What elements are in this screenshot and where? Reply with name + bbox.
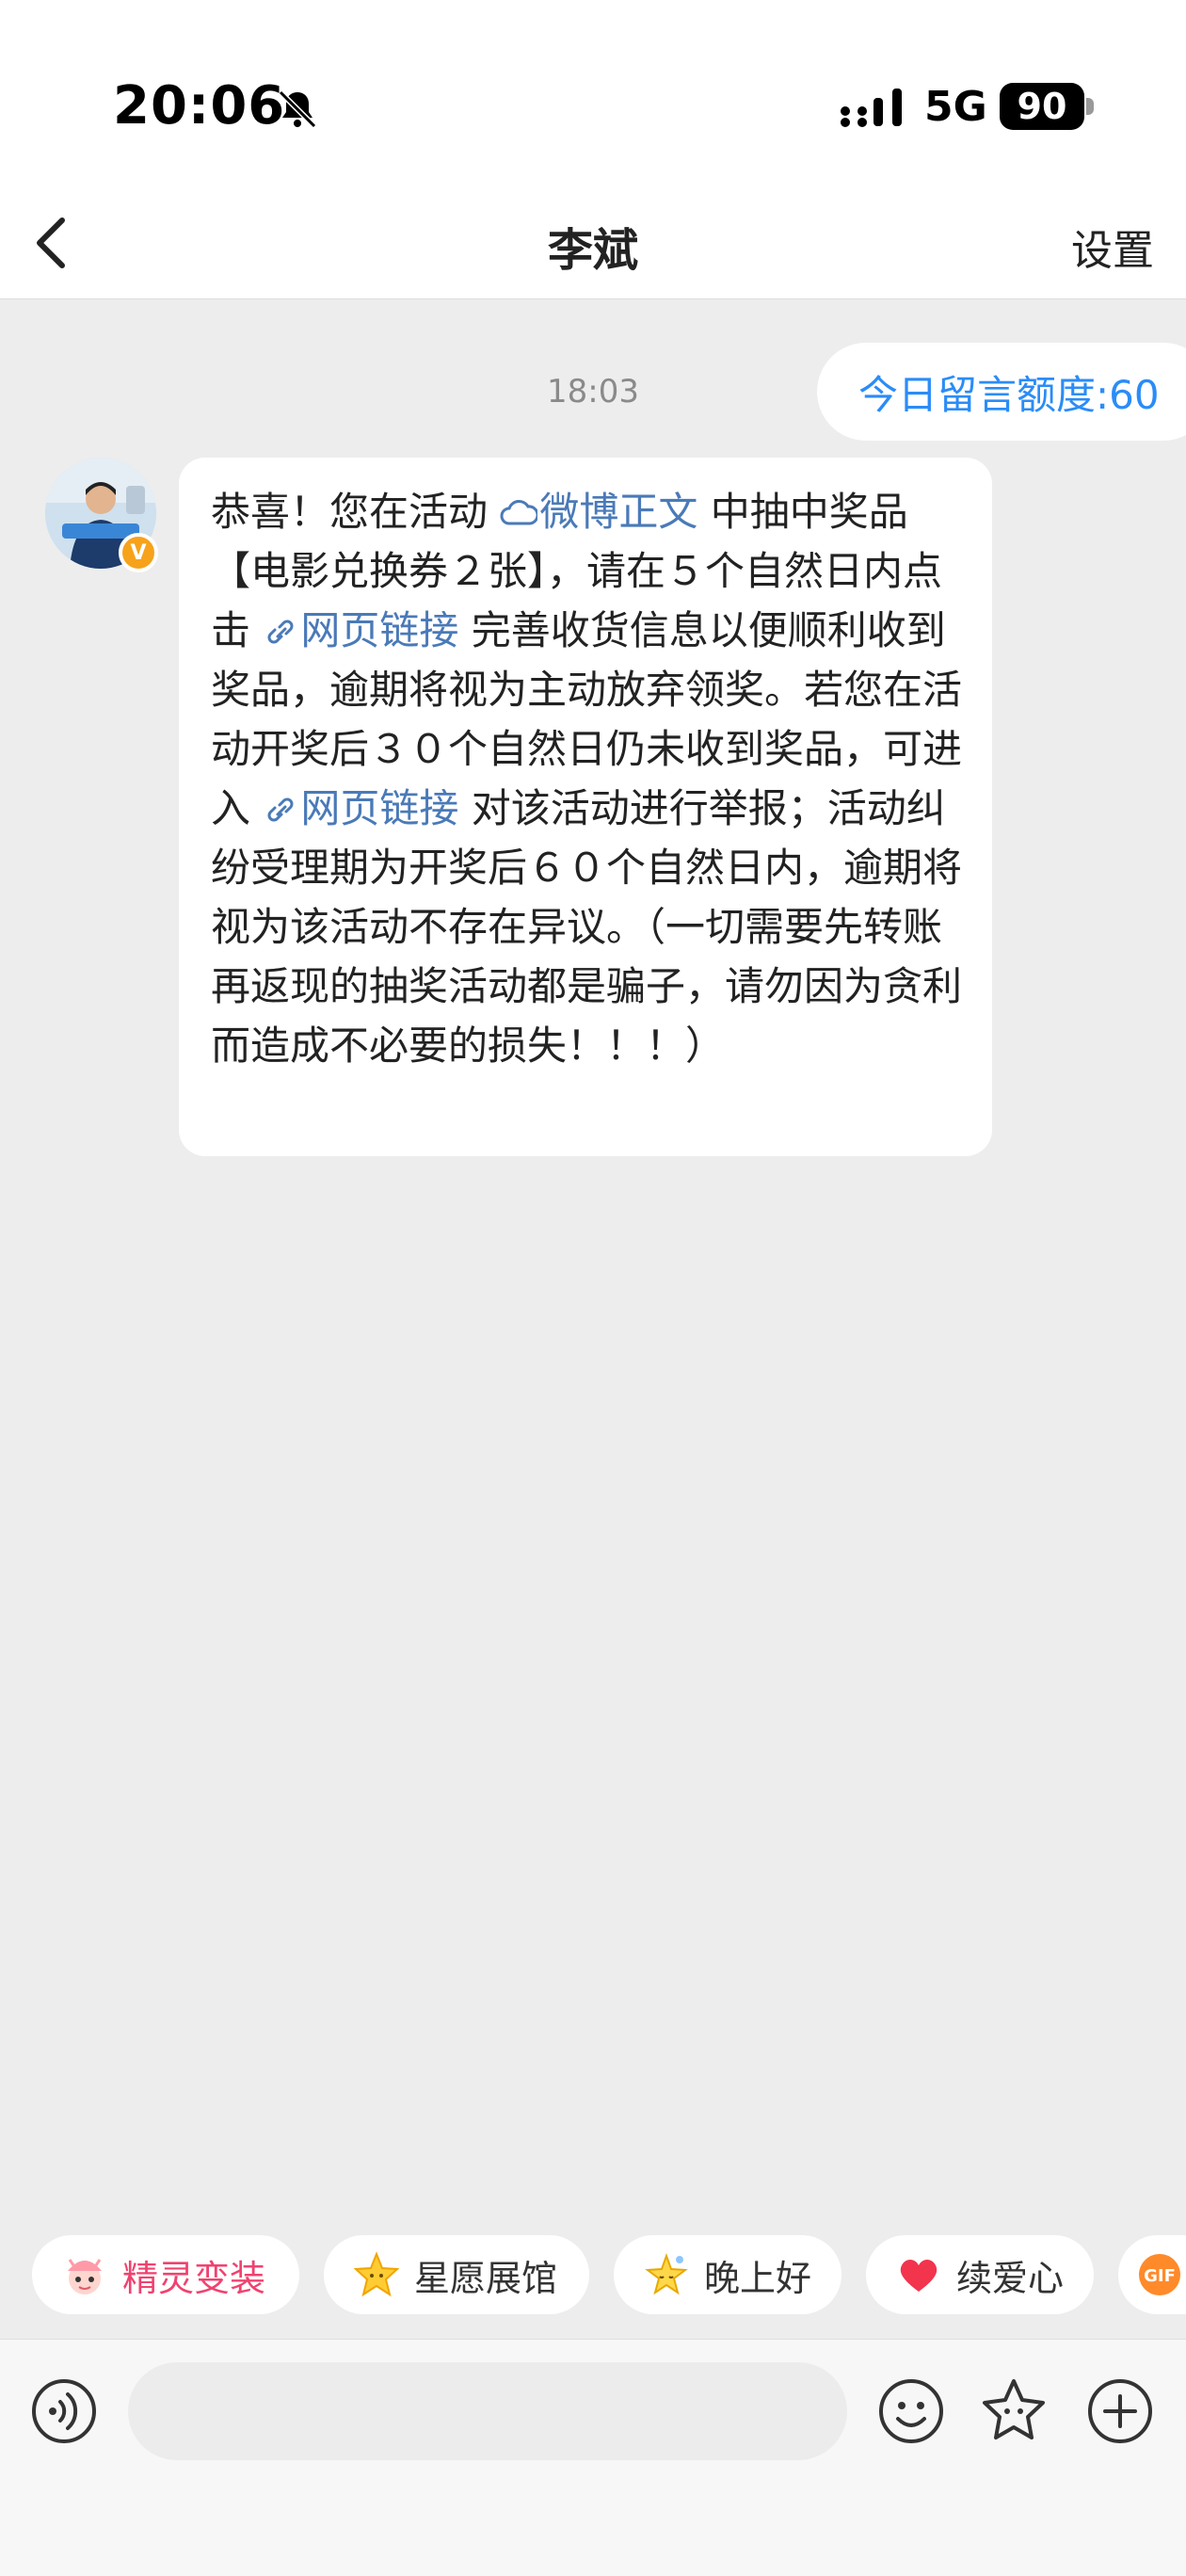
gif-icon: GIF: [1139, 2254, 1180, 2295]
chip-label: 续爱心: [956, 2257, 1065, 2299]
web-link-1[interactable]: 网页链接: [263, 607, 458, 653]
quota-notice: 今日留言额度:60: [817, 343, 1186, 441]
weibo-icon: [500, 500, 539, 525]
message-timestamp: 18:03: [547, 373, 639, 411]
message-text: 恭喜！您在活动: [211, 489, 501, 535]
emoji-icon[interactable]: [877, 2377, 945, 2445]
weibo-post-link[interactable]: 微博正文: [500, 489, 697, 535]
chip-good-evening[interactable]: 晚上好: [614, 2235, 841, 2314]
gif-label: GIF: [1144, 2266, 1176, 2286]
plus-icon[interactable]: [1086, 2377, 1154, 2445]
network-type: 5G: [924, 83, 987, 131]
verified-badge: V: [119, 533, 158, 572]
chip-label: 星愿展馆: [414, 2257, 558, 2299]
chip-fairy-costume[interactable]: 精灵变装: [32, 2235, 299, 2314]
page-title: 李斌: [547, 224, 638, 277]
bell-muted-icon: [278, 89, 317, 129]
quick-actions: 精灵变装 星愿展馆 晚上好 续爱心 GIF: [32, 2235, 1186, 2316]
fairy-icon: [68, 2259, 102, 2294]
sticker-icon[interactable]: [979, 2375, 1049, 2445]
status-time: 20:06: [113, 75, 286, 137]
message-input[interactable]: [128, 2362, 847, 2460]
star-icon: [353, 2251, 400, 2297]
web-link-1-label: 网页链接: [300, 607, 459, 653]
web-link-2-label: 网页链接: [300, 785, 459, 831]
chip-continue-love[interactable]: 续爱心: [866, 2235, 1094, 2314]
battery-tip: [1086, 98, 1094, 115]
voice-icon[interactable]: [30, 2377, 98, 2445]
web-link-2[interactable]: 网页链接: [263, 785, 458, 831]
status-bar: 20:06 5G 90: [0, 0, 1186, 188]
link-icon: [267, 797, 294, 822]
input-bar: [0, 2339, 1186, 2576]
sleepy-star-icon: [645, 2253, 688, 2295]
nav-bar: 李斌 设置: [0, 188, 1186, 299]
chip-label: 晚上好: [704, 2257, 812, 2299]
chip-label: 精灵变装: [122, 2257, 266, 2299]
battery-indicator: 90: [1000, 83, 1084, 130]
settings-button[interactable]: 设置: [1071, 217, 1154, 277]
chip-gif[interactable]: GIF: [1118, 2235, 1186, 2314]
message-bubble: 恭喜！您在活动 微博正文 中抽中奖品【电影兑换券２张】，请在５个自然日内点击 网…: [179, 458, 992, 1156]
chip-star-gallery[interactable]: 星愿展馆: [324, 2235, 589, 2314]
signal-icon: [841, 89, 902, 127]
weibo-post-link-label: 微博正文: [539, 489, 698, 535]
link-icon: [267, 620, 294, 644]
heart-icon: [900, 2260, 938, 2292]
